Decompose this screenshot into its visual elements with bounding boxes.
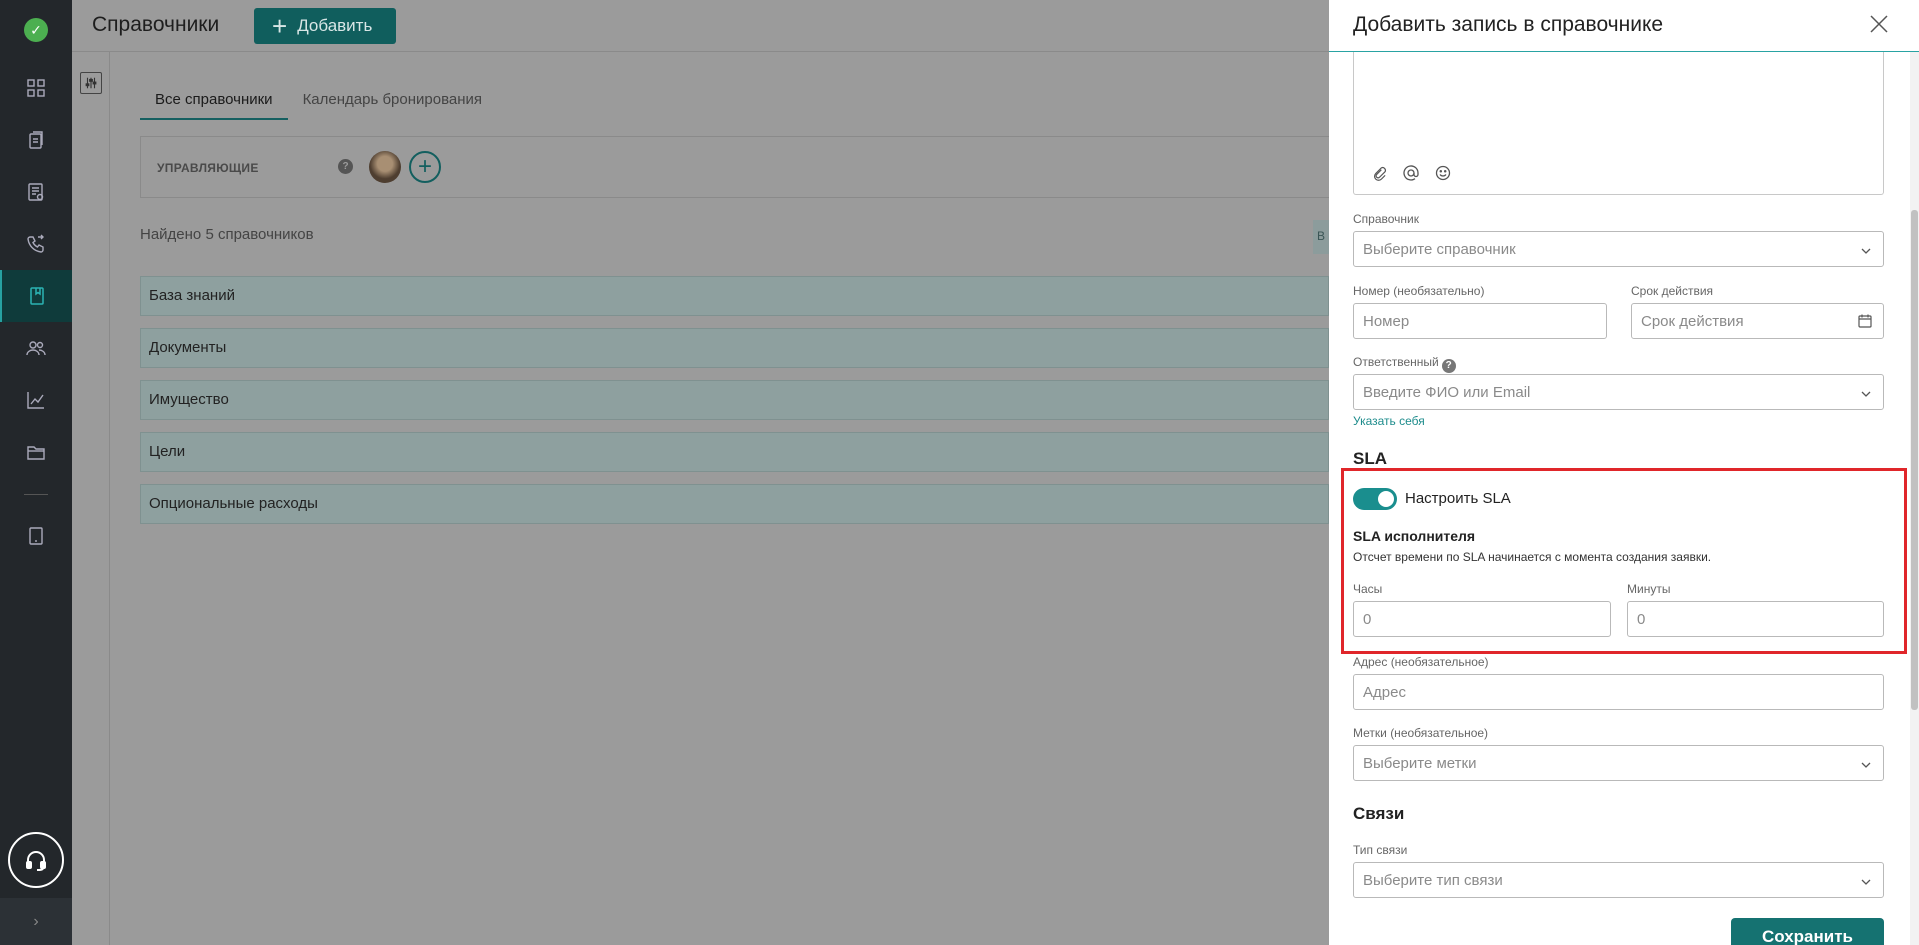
- phone-icon[interactable]: [0, 218, 72, 270]
- list-item[interactable]: Опциональные расходы: [140, 484, 1329, 524]
- directory-select[interactable]: Выберите справочник: [1353, 231, 1884, 267]
- minutes-placeholder: 0: [1637, 611, 1646, 628]
- list-item[interactable]: База знаний: [140, 276, 1329, 316]
- add-button-label: Добавить: [297, 16, 373, 35]
- minutes-input[interactable]: 0: [1627, 601, 1884, 637]
- comment-editor[interactable]: [1353, 52, 1884, 195]
- list-item[interactable]: Документы: [140, 328, 1329, 368]
- validity-date-input[interactable]: Срок действия: [1631, 303, 1884, 339]
- chart-icon[interactable]: [0, 374, 72, 426]
- calendar-icon[interactable]: [1857, 313, 1873, 329]
- scrollbar-thumb[interactable]: [1911, 210, 1918, 710]
- managers-block: УПРАВЛЯЮЩИЕ ? +: [140, 136, 1340, 198]
- link-type-label: Тип связи: [1353, 843, 1408, 857]
- save-button[interactable]: Сохранить: [1731, 918, 1884, 945]
- hours-input[interactable]: 0: [1353, 601, 1611, 637]
- responsible-label: Ответственный?: [1353, 355, 1456, 373]
- responsible-label-text: Ответственный: [1353, 355, 1439, 369]
- sla-toggle-label: Настроить SLA: [1405, 490, 1511, 507]
- link-type-select[interactable]: Выберите тип связи: [1353, 862, 1884, 898]
- document-icon[interactable]: [0, 166, 72, 218]
- links-section-title: Связи: [1353, 804, 1405, 823]
- chevron-down-icon: [1861, 762, 1871, 768]
- chevron-down-icon: [1861, 248, 1871, 254]
- minutes-label: Минуты: [1627, 582, 1671, 596]
- clipboard-icon[interactable]: [0, 114, 72, 166]
- plus-icon: +: [272, 11, 288, 41]
- editor-toolbar: [1370, 164, 1452, 182]
- top-bar: Справочники + Добавить: [72, 0, 1329, 52]
- number-label: Номер (необязательно): [1353, 284, 1485, 298]
- list-item[interactable]: Имущество: [140, 380, 1329, 420]
- tags-select[interactable]: Выберите метки: [1353, 745, 1884, 781]
- nav-divider: [24, 494, 48, 495]
- tab-all-directories[interactable]: Все справочники: [140, 86, 288, 120]
- tags-label: Метки (необязательное): [1353, 726, 1489, 740]
- number-input[interactable]: Номер: [1353, 303, 1607, 339]
- validity-placeholder: Срок действия: [1641, 313, 1744, 330]
- users-icon[interactable]: [0, 322, 72, 374]
- filter-column: [72, 52, 110, 945]
- tab-booking-calendar[interactable]: Календарь бронирования: [288, 86, 497, 120]
- chevron-right-icon[interactable]: ›: [0, 898, 72, 945]
- headset-icon[interactable]: [8, 832, 64, 888]
- sla-executor-description: Отсчет времени по SLA начинается с момен…: [1353, 550, 1712, 564]
- responsible-select[interactable]: Введите ФИО или Email: [1353, 374, 1884, 410]
- scrollbar[interactable]: [1910, 52, 1919, 945]
- dashboard-icon[interactable]: [0, 62, 72, 114]
- help-icon[interactable]: ?: [338, 159, 353, 174]
- sla-toggle[interactable]: [1353, 488, 1397, 510]
- hours-label: Часы: [1353, 582, 1383, 596]
- sla-executor-title: SLA исполнителя: [1353, 528, 1476, 544]
- number-placeholder: Номер: [1363, 313, 1410, 330]
- main-content: Справочники + Добавить Все справочники К…: [72, 0, 1340, 945]
- add-record-panel: Добавить запись в справочнике Справочник…: [1329, 0, 1919, 945]
- directory-label: Справочник: [1353, 212, 1419, 226]
- close-icon[interactable]: [1869, 14, 1889, 34]
- main-navigation: ✓ ›: [0, 0, 72, 945]
- list-item[interactable]: Цели: [140, 432, 1329, 472]
- directory-list: База знаний Документы Имущество Цели Опц…: [140, 276, 1329, 536]
- assign-self-link[interactable]: Указать себя: [1353, 414, 1425, 428]
- page-title: Справочники: [92, 13, 220, 36]
- tablet-icon[interactable]: [0, 510, 72, 562]
- filter-settings-icon[interactable]: [80, 72, 102, 94]
- directory-placeholder: Выберите справочник: [1363, 241, 1516, 258]
- directory-tabs: Все справочники Календарь бронирования: [140, 86, 497, 120]
- address-input[interactable]: Адрес: [1353, 674, 1884, 710]
- found-count: Найдено 5 справочников: [140, 226, 314, 243]
- add-manager-button[interactable]: +: [409, 151, 441, 183]
- chevron-down-icon: [1861, 879, 1871, 885]
- panel-header: Добавить запись в справочнике: [1329, 0, 1919, 52]
- emoji-icon[interactable]: [1434, 164, 1452, 182]
- responsible-placeholder: Введите ФИО или Email: [1363, 384, 1531, 401]
- mention-icon[interactable]: [1402, 164, 1420, 182]
- add-button[interactable]: + Добавить: [254, 8, 396, 44]
- tags-placeholder: Выберите метки: [1363, 755, 1477, 772]
- address-label: Адрес (необязательное): [1353, 655, 1489, 669]
- book-icon[interactable]: [0, 270, 72, 322]
- panel-title: Добавить запись в справочнике: [1353, 13, 1664, 36]
- help-icon[interactable]: ?: [1441, 359, 1456, 373]
- check-logo-icon[interactable]: ✓: [24, 18, 48, 42]
- paperclip-icon[interactable]: [1370, 164, 1388, 182]
- chevron-down-icon: [1861, 391, 1871, 397]
- toggle-knob: [1378, 491, 1394, 507]
- address-placeholder: Адрес: [1363, 684, 1406, 701]
- link-type-placeholder: Выберите тип связи: [1363, 872, 1503, 889]
- partial-button[interactable]: В: [1313, 220, 1329, 254]
- avatar[interactable]: [369, 151, 401, 183]
- folder-icon[interactable]: [0, 426, 72, 478]
- hours-placeholder: 0: [1363, 611, 1372, 628]
- validity-label: Срок действия: [1631, 284, 1714, 298]
- sla-section-title: SLA: [1353, 449, 1387, 468]
- managers-label: УПРАВЛЯЮЩИЕ: [157, 161, 259, 175]
